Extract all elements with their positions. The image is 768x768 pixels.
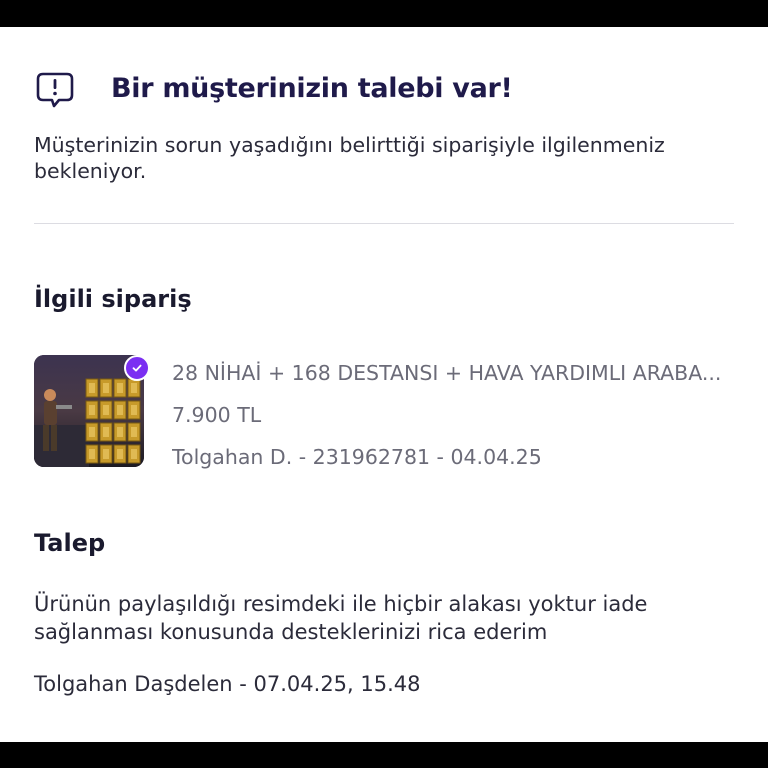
request-meta: Tolgahan Daşdelen - 07.04.25, 15.48 <box>34 672 421 696</box>
notice-description: Müşterinizin sorun yaşadığını belirttiği… <box>34 133 665 183</box>
alert-message-icon <box>35 70 75 110</box>
related-order-heading: İlgili sipariş <box>34 285 192 313</box>
notification-screen: Bir müşterinizin talebi var! Müşterinizi… <box>0 27 768 742</box>
verified-check-icon <box>124 355 150 381</box>
product-title[interactable]: 28 NİHAİ + 168 DESTANSI + HAVA YARDIMLI … <box>172 361 732 385</box>
notice-title: Bir müşterinizin talebi var! <box>111 73 513 104</box>
request-heading: Talep <box>34 529 106 557</box>
request-text: Ürünün paylaşıldığı resimdeki ile hiçbir… <box>34 592 648 644</box>
product-price: 7.900 TL <box>172 403 262 427</box>
divider <box>34 223 734 224</box>
order-meta: Tolgahan D. - 231962781 - 04.04.25 <box>172 445 542 469</box>
